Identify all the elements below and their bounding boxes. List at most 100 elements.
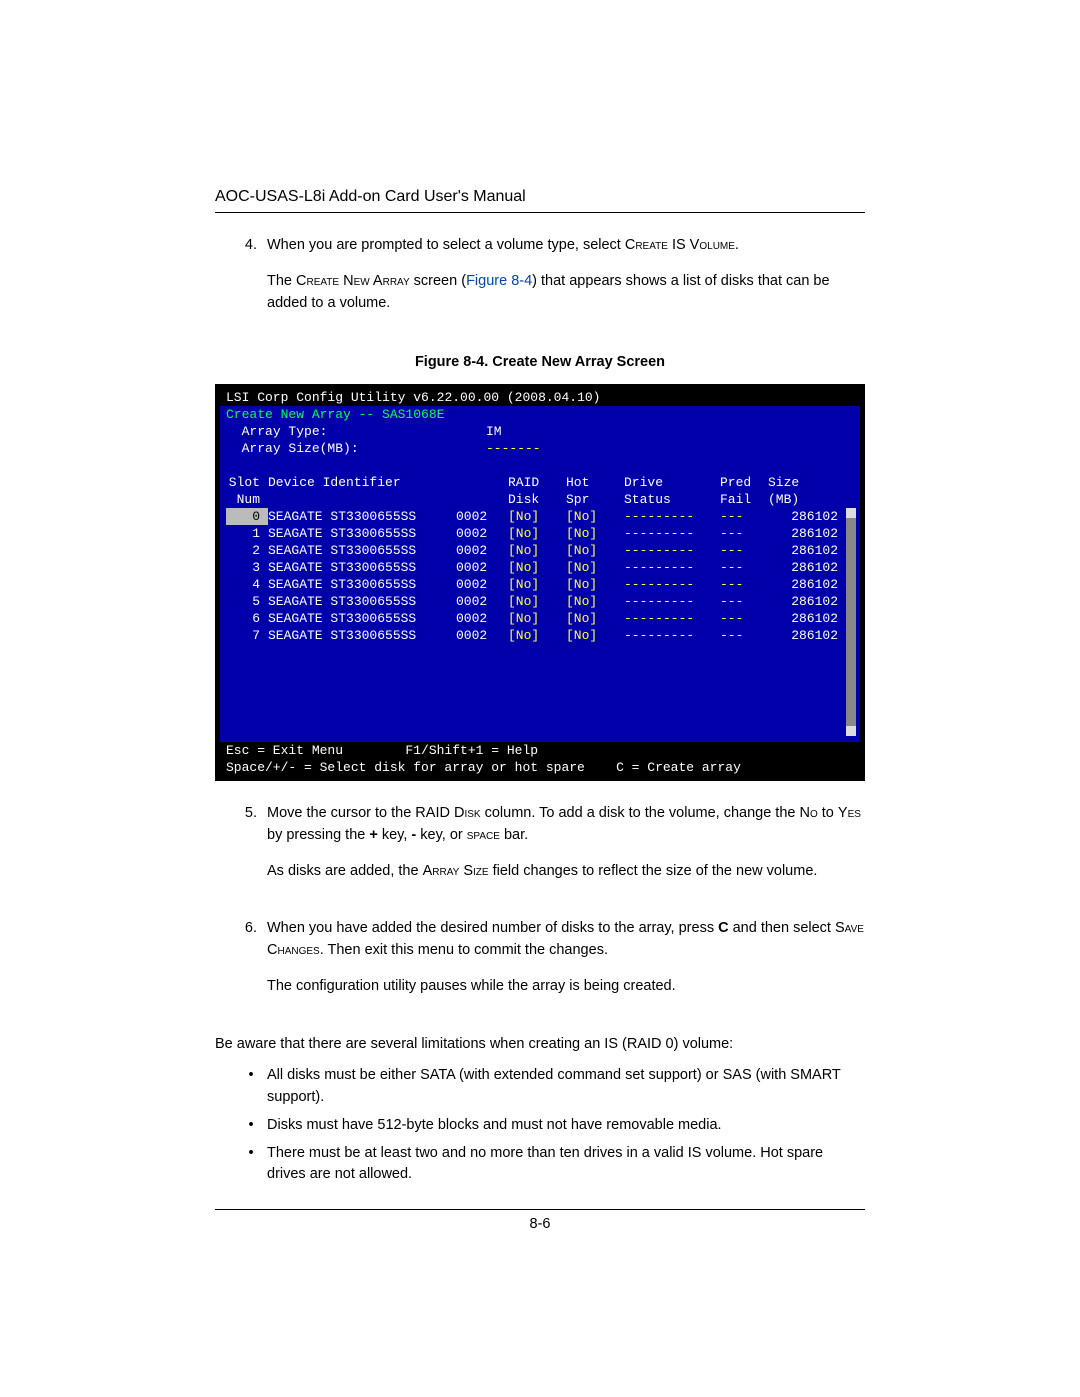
bios-data-row: 5SEAGATE ST3300655SS0002[No][No]--------…: [226, 593, 854, 610]
cell-device: SEAGATE ST3300655SS: [268, 627, 456, 644]
cell-fw: 0002: [456, 593, 508, 610]
smallcaps: RAID Disk: [415, 805, 480, 821]
col: Slot: [226, 474, 268, 491]
cell-hot: [No]: [566, 508, 624, 525]
bios-data-row: 6SEAGATE ST3300655SS0002[No][No]--------…: [226, 610, 854, 627]
cell-drive: ---------: [624, 610, 720, 627]
text: and then select: [729, 920, 835, 936]
step-body: When you have added the desired number o…: [267, 918, 865, 1011]
bios-data-row: 7SEAGATE ST3300655SS0002[No][No]--------…: [226, 627, 854, 644]
bios-header-row2: Num Disk Spr Status Fail (MB): [226, 491, 854, 508]
col: Drive: [624, 474, 720, 491]
cell-slot: 4: [226, 576, 268, 593]
figure-link[interactable]: Figure 8-4: [466, 273, 532, 289]
col: Pred: [720, 474, 768, 491]
cell-pred: ---: [720, 559, 768, 576]
cell-slot: 2: [226, 542, 268, 559]
text: When you are prompted to select a volume…: [267, 237, 625, 253]
col: Disk: [508, 491, 566, 508]
bios-data-row: 0SEAGATE ST3300655SS0002[No][No]--------…: [226, 508, 854, 525]
bios-data-row: 4SEAGATE ST3300655SS0002[No][No]--------…: [226, 576, 854, 593]
text: The configuration utility pauses while t…: [267, 976, 865, 998]
bios-header-row1: Slot Device Identifier RAID Hot Drive Pr…: [226, 474, 854, 491]
cell-pred: ---: [720, 576, 768, 593]
col: Fail: [720, 491, 768, 508]
page-number: 8-6: [215, 1216, 865, 1232]
value: IM: [486, 423, 502, 440]
bios-data-rows: 0SEAGATE ST3300655SS0002[No][No]--------…: [226, 508, 854, 644]
bold: +: [369, 827, 377, 843]
cell-fw: 0002: [456, 627, 508, 644]
step-body: When you are prompted to select a volume…: [267, 235, 865, 328]
cell-slot: 1: [226, 525, 268, 542]
figure-caption: Figure 8-4. Create New Array Screen: [215, 352, 865, 374]
cell-size: 286102: [768, 610, 838, 627]
cell-pred: ---: [720, 508, 768, 525]
cell-size: 286102: [768, 593, 838, 610]
scroll-thumb-top: [846, 508, 856, 518]
manual-page: AOC-USAS-L8i Add-on Card User's Manual 4…: [0, 0, 1080, 1397]
cell-drive: ---------: [624, 576, 720, 593]
cell-hot: [No]: [566, 610, 624, 627]
bios-footer-1: Esc = Exit Menu F1/Shift+1 = Help: [220, 742, 860, 759]
text: to: [818, 805, 838, 821]
bios-data-row: 3SEAGATE ST3300655SS0002[No][No]--------…: [226, 559, 854, 576]
bios-title-bar: LSI Corp Config Utility v6.22.00.00 (200…: [220, 389, 860, 406]
cell-fw: 0002: [456, 559, 508, 576]
cell-slot: 6: [226, 610, 268, 627]
bullet-dot: •: [215, 1065, 267, 1109]
cell-drive: ---------: [624, 525, 720, 542]
text: The: [267, 273, 296, 289]
cell-device: SEAGATE ST3300655SS: [268, 508, 456, 525]
cell-fw: 0002: [456, 610, 508, 627]
cell-slot: 0: [226, 508, 268, 525]
cell-raid: [No]: [508, 542, 566, 559]
cell-pred: ---: [720, 542, 768, 559]
text: bar.: [500, 827, 528, 843]
smallcaps: Create New Array: [296, 273, 410, 289]
smallcaps: space: [467, 827, 500, 843]
bios-subtitle: Create New Array -- SAS1068E: [220, 406, 860, 423]
text: When you have added the desired number o…: [267, 920, 718, 936]
text: key, or: [416, 827, 467, 843]
col: Num: [226, 491, 268, 508]
cell-device: SEAGATE ST3300655SS: [268, 542, 456, 559]
label: Array Size(MB):: [242, 441, 359, 456]
text: key,: [378, 827, 412, 843]
col: Status: [624, 491, 720, 508]
bullet-text: Disks must have 512-byte blocks and must…: [267, 1115, 865, 1137]
cell-drive: ---------: [624, 542, 720, 559]
cell-hot: [No]: [566, 525, 624, 542]
cell-slot: 3: [226, 559, 268, 576]
smallcaps: No: [800, 805, 818, 821]
bios-footer-2: Space/+/- = Select disk for array or hot…: [220, 759, 860, 776]
scroll-thumb-bot: [846, 726, 856, 736]
cell-drive: ---------: [624, 508, 720, 525]
bios-scrollbar: [846, 508, 856, 736]
cell-drive: ---------: [624, 627, 720, 644]
smallcaps: Create IS Volume: [625, 237, 735, 253]
body: 4. When you are prompted to select a vol…: [215, 235, 865, 1186]
cell-fw: 0002: [456, 525, 508, 542]
bios-title-right: v6.22.00.00 (2008.04.10): [413, 390, 600, 405]
bios-title-left: LSI Corp Config Utility: [226, 390, 405, 405]
step-5: 5. Move the cursor to the RAID Disk colu…: [215, 803, 865, 896]
text: column. To add a disk to the volume, cha…: [481, 805, 800, 821]
cell-pred: ---: [720, 610, 768, 627]
cell-size: 286102: [768, 542, 838, 559]
cell-raid: [No]: [508, 525, 566, 542]
bios-data-row: 1SEAGATE ST3300655SS0002[No][No]--------…: [226, 525, 854, 542]
cell-size: 286102: [768, 559, 838, 576]
cell-hot: [No]: [566, 593, 624, 610]
bullet-text: There must be at least two and no more t…: [267, 1143, 865, 1187]
cell-hot: [No]: [566, 576, 624, 593]
page-footer: 8-6: [215, 1201, 865, 1232]
cell-device: SEAGATE ST3300655SS: [268, 576, 456, 593]
col: Hot: [566, 474, 624, 491]
step-6: 6. When you have added the desired numbe…: [215, 918, 865, 1011]
limits-intro: Be aware that there are several limitati…: [215, 1034, 865, 1056]
text: As disks are added, the: [267, 863, 423, 879]
text: by pressing the: [267, 827, 369, 843]
cell-device: SEAGATE ST3300655SS: [268, 559, 456, 576]
step-number: 4.: [215, 235, 267, 328]
